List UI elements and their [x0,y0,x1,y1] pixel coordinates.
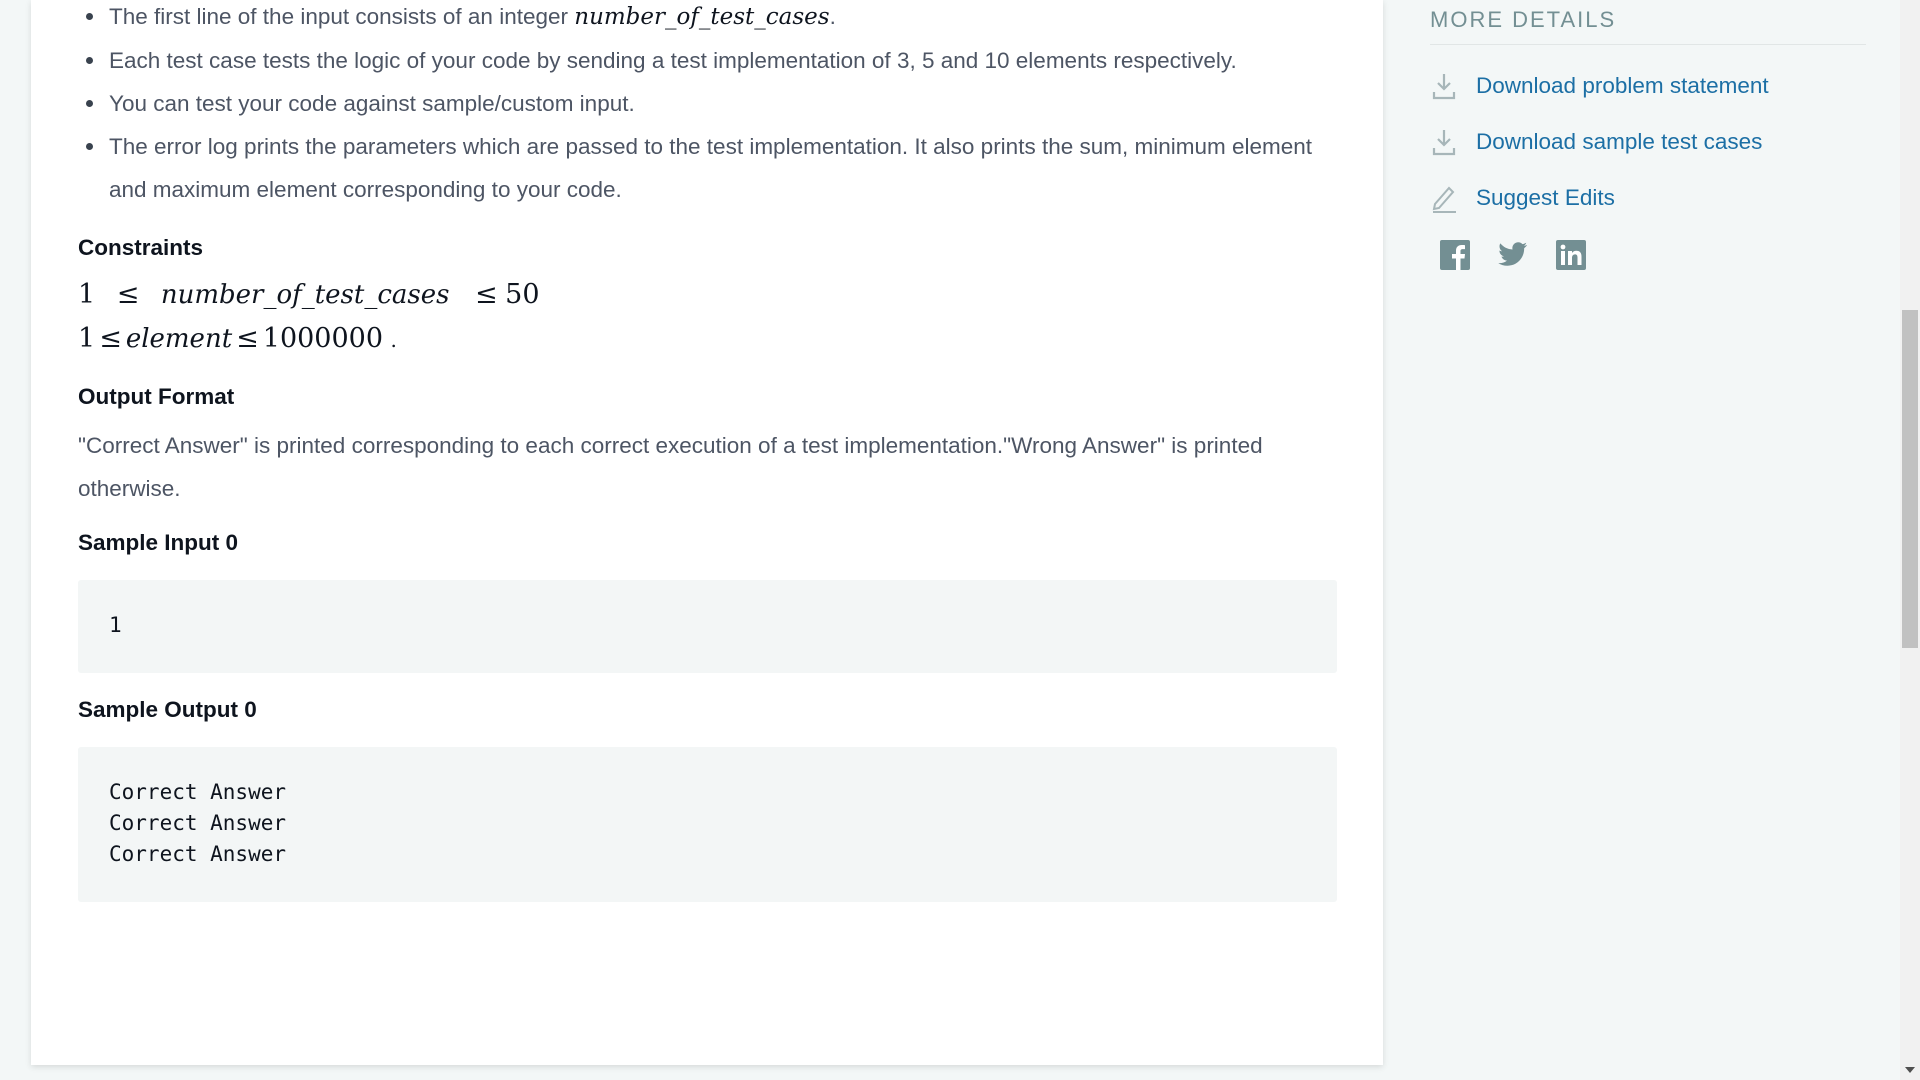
scrollbar-thumb[interactable] [1902,310,1918,648]
sample-input-box: 1 [78,580,1337,673]
download-problem-statement-link[interactable]: Download problem statement [1430,58,1866,114]
constraint-upper: 1000000 [262,323,384,354]
constraint-op: ≤ [99,323,122,354]
page-scrollbar[interactable] [1900,0,1920,1080]
sample-input-code: 1 [109,613,122,637]
download-icon [1430,70,1458,102]
link-label[interactable]: Suggest Edits [1476,185,1615,211]
download-sample-test-cases-link[interactable]: Download sample test cases [1430,114,1866,170]
scroll-down-arrow-icon[interactable] [1905,1067,1915,1073]
constraint-line-2: 1 ≤ element ≤1000000 . [78,317,1338,362]
constraint-lower: 1 [78,279,96,310]
download-icon [1430,126,1458,158]
constraint-end: . [390,328,397,352]
sidebar-links: Download problem statement Download samp… [1430,58,1866,226]
sample-input-heading: Sample Input 0 [78,530,239,555]
output-format-heading: Output Format [78,384,235,409]
pencil-icon [1430,182,1458,214]
twitter-icon[interactable] [1498,240,1528,270]
list-item: The first line of the input consists of … [78,0,1338,39]
list-item: Each test case tests the logic of your c… [78,39,1338,82]
constraints-heading: Constraints [78,235,204,260]
math-variable: number_of_test_cases [160,280,450,310]
facebook-icon[interactable] [1440,240,1470,270]
social-share-row [1430,240,1866,270]
linkedin-icon[interactable] [1556,240,1586,270]
sample-output-code: Correct Answer Correct Answer Correct An… [109,780,287,866]
output-format-text: "Correct Answer" is printed correspondin… [78,433,1263,501]
link-label[interactable]: Download problem statement [1476,73,1769,99]
list-item: You can test your code against sample/cu… [78,82,1338,125]
constraint-line-1: 1 ≤ number_of_test_cases ≤ 50 [78,273,1338,317]
bullet-text: The first line of the input consists of … [109,4,575,29]
more-details-sidebar: MORE DETAILS Download problem statement … [1430,0,1866,270]
constraint-lower: 1 [78,323,96,354]
constraint-op: ≤ [475,279,498,310]
link-label[interactable]: Download sample test cases [1476,129,1762,155]
sample-output-box: Correct Answer Correct Answer Correct An… [78,747,1337,902]
problem-content: The first line of the input consists of … [78,0,1338,902]
more-details-title: MORE DETAILS [1430,0,1866,45]
input-format-list: The first line of the input consists of … [78,0,1338,211]
sample-output-heading: Sample Output 0 [78,697,257,722]
suggest-edits-link[interactable]: Suggest Edits [1430,170,1866,226]
math-variable: element [125,324,233,354]
constraint-upper: 50 [505,279,540,310]
constraints-block: 1 ≤ number_of_test_cases ≤ 50 1 ≤ element ≤… [78,273,1338,362]
bullet-text-end: . [829,4,836,29]
math-variable: number_of_test_cases [574,4,830,30]
constraint-op: ≤ [236,323,259,354]
constraint-op: ≤ [116,279,140,310]
list-item: The error log prints the parameters whic… [78,125,1318,211]
